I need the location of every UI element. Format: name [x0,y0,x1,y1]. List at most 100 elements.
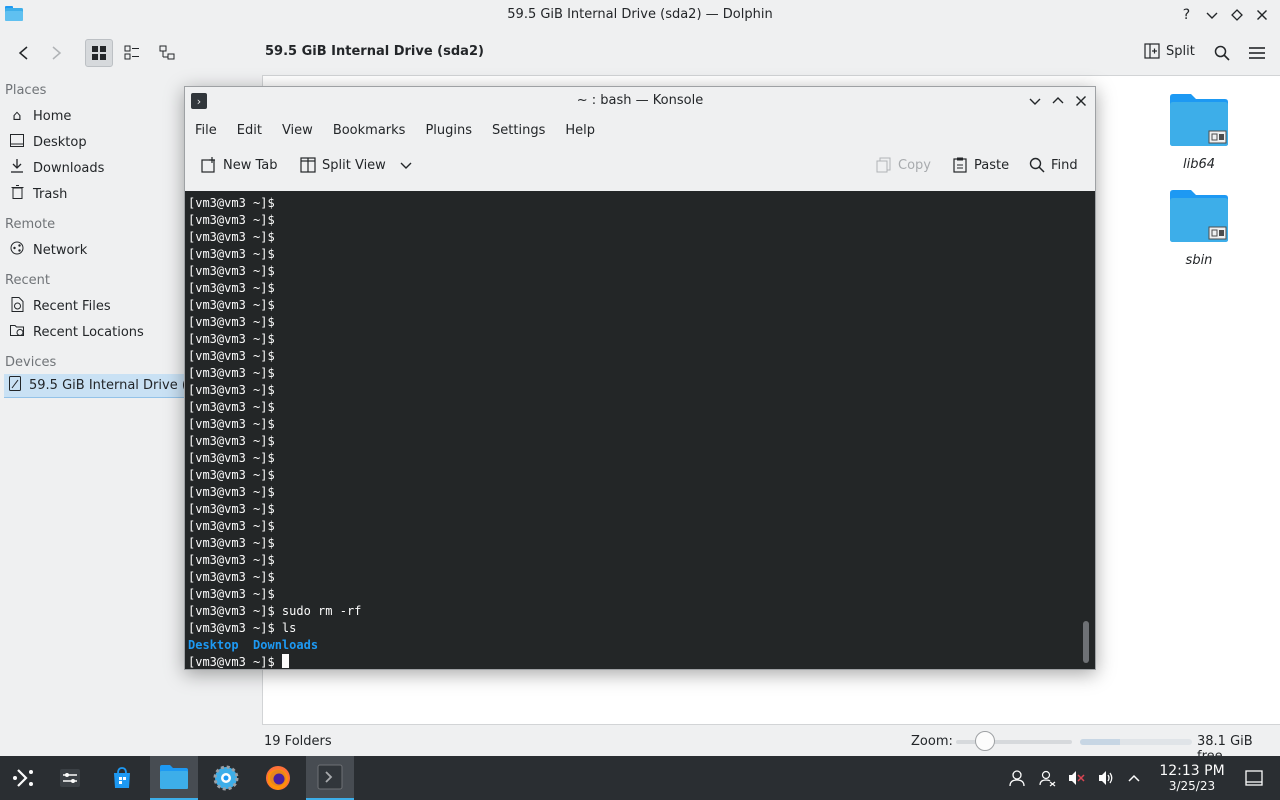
settings-icon[interactable] [46,756,94,800]
terminal-line: [vm3@vm3 ~]$ [188,195,1095,212]
location-bar[interactable]: 59.5 GiB Internal Drive (sda2) [265,44,484,59]
recent-locations-icon [9,323,25,341]
places-item-label: Recent Files [33,298,111,314]
places-item-downloads[interactable]: Downloads [4,156,185,180]
terminal-cursor [281,654,289,668]
icons-view-icon[interactable] [85,39,113,67]
back-icon[interactable] [10,39,38,67]
hamburger-menu-icon[interactable] [1243,39,1271,67]
places-item-recent-locations[interactable]: Recent Locations [4,320,185,344]
menu-bookmarks[interactable]: Bookmarks [323,121,416,143]
places-item-recent-files[interactable]: Recent Files [4,294,185,318]
terminal-prompt: [vm3@vm3 ~]$ [188,604,275,618]
recent-files-icon [9,296,25,316]
terminal-line: [vm3@vm3 ~]$ [188,552,1095,569]
terminal-line: [vm3@vm3 ~]$ [188,382,1095,399]
terminal-line: [vm3@vm3 ~]$ [188,654,1095,669]
menu-settings[interactable]: Settings [482,121,555,143]
terminal-line: [vm3@vm3 ~]$ [188,246,1095,263]
terminal-area[interactable]: [vm3@vm3 ~]$ [vm3@vm3 ~]$ [vm3@vm3 ~]$ [vm3… [185,191,1095,669]
konsole-icon[interactable] [306,756,354,800]
places-item-label: Trash [33,186,68,202]
split-button[interactable]: Split [1144,43,1195,59]
terminal-line: [vm3@vm3 ~]$ [188,433,1095,450]
places-item-network[interactable]: Network [4,238,185,262]
clock-time: 12:13 PM [1159,763,1225,779]
paste-button[interactable]: Paste [952,157,1009,173]
help-icon[interactable]: ? [1176,4,1197,25]
folder-name: lib64 [1182,157,1216,172]
terminal-line: [vm3@vm3 ~]$ [188,535,1095,552]
minimize-icon[interactable] [1024,90,1045,111]
clock[interactable]: 12:13 PM 3/25/23 [1148,763,1236,794]
menu-plugins[interactable]: Plugins [415,121,482,143]
chevron-up-icon[interactable] [1124,768,1144,788]
menu-edit[interactable]: Edit [227,121,272,143]
terminal-line: [vm3@vm3 ~]$ [188,348,1095,365]
folder-item[interactable]: sbin [1159,189,1239,268]
maximize-icon[interactable] [1047,90,1068,111]
user-icon[interactable] [1007,768,1027,788]
speaker-muted-icon[interactable] [1066,768,1086,788]
chevron-down-icon[interactable] [400,159,412,171]
dolphin-icon[interactable] [150,756,198,800]
details-view-icon[interactable] [153,39,181,67]
menu-help[interactable]: Help [555,121,605,143]
minimize-icon[interactable] [1201,4,1222,25]
search-icon[interactable] [1208,39,1236,67]
compact-view-icon[interactable] [118,39,146,67]
places-item-internal-drive[interactable]: 59.5 GiB Internal Drive (sda2) [4,374,185,398]
terminal-command: sudo rm -rf [274,604,362,618]
show-desktop-icon[interactable] [1244,768,1264,788]
paste-label: Paste [974,157,1010,173]
places-section-header: Places [5,83,47,98]
zoom-slider-handle[interactable] [975,731,995,751]
zoom-slider-track[interactable] [956,740,1072,744]
folder-item[interactable]: lib64 [1159,93,1239,172]
network-status-icon[interactable] [1037,768,1057,788]
terminal-line: [vm3@vm3 ~]$ [188,229,1095,246]
terminal-line: [vm3@vm3 ~]$ [188,569,1095,586]
split-icon [1144,43,1160,59]
terminal-line: [vm3@vm3 ~]$ [188,484,1095,501]
forward-icon[interactable] [42,39,70,67]
ls-output-dir: Downloads [253,638,319,652]
terminal-line: [vm3@vm3 ~]$ [188,518,1095,535]
menu-file[interactable]: File [185,121,227,143]
close-icon[interactable] [1251,4,1272,25]
close-icon[interactable] [1070,90,1091,111]
firefox-icon[interactable] [254,756,302,800]
terminal-prompt: [vm3@vm3 ~]$ [188,553,275,567]
terminal-line: [vm3@vm3 ~]$ [188,314,1095,331]
menu-view[interactable]: View [272,121,323,143]
terminal-line: [vm3@vm3 ~]$ ls [188,620,1095,637]
konsole-window-title: ~ : bash — Konsole [576,93,704,108]
split-view-button[interactable]: Split View [300,157,412,173]
terminal-prompt: [vm3@vm3 ~]$ [188,247,275,261]
places-item-home[interactable]: ⌂ Home [4,104,185,128]
dolphin-titlebar[interactable]: 59.5 GiB Internal Drive (sda2) — Dolphin… [0,0,1280,30]
maximize-icon[interactable] [1226,4,1247,25]
volume-icon[interactable] [1096,768,1116,788]
copy-button[interactable]: Copy [876,157,931,173]
places-item-trash[interactable]: Trash [4,182,185,206]
terminal-prompt: [vm3@vm3 ~]$ [188,502,275,516]
discover-icon[interactable] [98,756,146,800]
terminal-line: [vm3@vm3 ~]$ [188,280,1095,297]
terminal-line: [vm3@vm3 ~]$ [188,416,1095,433]
terminal-output-line: Desktop Downloads [188,637,1095,654]
terminal-line: [vm3@vm3 ~]$ [188,467,1095,484]
dolphin-window-title: 59.5 GiB Internal Drive (sda2) — Dolphin [507,7,773,22]
system-settings-icon[interactable] [202,756,250,800]
terminal-prompt: [vm3@vm3 ~]$ [188,536,275,550]
terminal-line: [vm3@vm3 ~]$ [188,450,1095,467]
terminal-line: [vm3@vm3 ~]$ [188,297,1095,314]
places-item-desktop[interactable]: Desktop [4,130,185,154]
application-launcher-icon[interactable] [0,756,48,800]
find-button[interactable]: Find [1029,157,1078,173]
terminal-prompt: [vm3@vm3 ~]$ [188,434,275,448]
clock-date: 3/25/23 [1168,779,1216,793]
terminal-scrollbar[interactable] [1083,621,1089,663]
new-tab-button[interactable]: New Tab [201,157,278,173]
konsole-titlebar[interactable]: › ~ : bash — Konsole [185,87,1095,115]
